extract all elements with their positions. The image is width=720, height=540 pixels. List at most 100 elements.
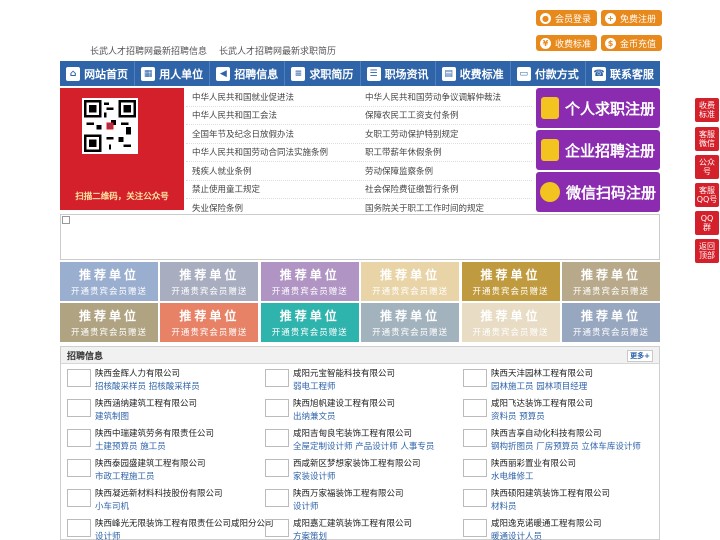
- company-link[interactable]: 咸阳吉甸良宅装饰工程有限公司: [293, 427, 434, 439]
- float-qq-group[interactable]: QQ 群: [695, 211, 719, 235]
- register-button[interactable]: + 免费注册: [601, 10, 663, 26]
- company-logo[interactable]: [265, 489, 289, 507]
- recommend-tile[interactable]: 推荐单位 开通贵宾会员赠送: [461, 262, 560, 301]
- company-logo[interactable]: [67, 519, 91, 537]
- nav-item-news[interactable]: ☰ 职场资讯: [361, 61, 436, 86]
- job-links[interactable]: 小车司机: [95, 500, 223, 512]
- company-logo[interactable]: [67, 399, 91, 417]
- company-link[interactable]: 陕西吉享自动化科技有限公司: [491, 427, 641, 439]
- company-link[interactable]: 西咸新区梦想家装饰工程有限公司: [293, 457, 421, 469]
- more-link[interactable]: 更多+: [627, 350, 653, 362]
- company-link[interactable]: 陕西中瑞建筑劳务有限责任公司: [95, 427, 214, 439]
- job-links[interactable]: 方案策划: [293, 530, 412, 540]
- company-link[interactable]: 陕西丽彩置业有限公司: [491, 457, 576, 469]
- company-link[interactable]: 陕西涵纳建筑工程有限公司: [95, 397, 197, 409]
- company-logo[interactable]: [265, 519, 289, 537]
- job-links[interactable]: 设计师: [95, 530, 274, 540]
- company-logo[interactable]: [463, 519, 487, 537]
- company-link[interactable]: 陕西峰光无限装饰工程有限责任公司咸阳分公司: [95, 517, 274, 529]
- recommend-tile[interactable]: 推荐单位 开通贵宾会员赠送: [60, 262, 158, 301]
- company-logo[interactable]: [67, 429, 91, 447]
- company-link[interactable]: 陕西泰园盛建筑工程有限公司: [95, 457, 206, 469]
- job-links[interactable]: 资料员 预算员: [491, 410, 593, 422]
- company-logo[interactable]: [265, 459, 289, 477]
- law-link[interactable]: 中华人民共和国劳动争议调解仲裁法: [359, 91, 532, 103]
- recommend-tile[interactable]: 推荐单位 开通贵宾会员赠送: [561, 303, 660, 342]
- recommend-tile[interactable]: 推荐单位 开通贵宾会员赠送: [160, 262, 259, 301]
- nav-item-fees[interactable]: ▤ 收费标准: [436, 61, 511, 86]
- nav-item-employers[interactable]: ▦ 用人单位: [135, 61, 211, 86]
- personal-register-button[interactable]: 个人求职注册: [536, 88, 660, 128]
- recommend-tile[interactable]: 推荐单位 开通贵宾会员赠送: [361, 303, 460, 342]
- ad-banner[interactable]: [60, 214, 660, 260]
- law-link[interactable]: 中华人民共和国劳动合同法实施条例: [186, 146, 359, 158]
- job-links[interactable]: 材料员: [491, 500, 610, 512]
- law-link[interactable]: 中华人民共和国工会法: [186, 109, 359, 121]
- company-logo[interactable]: [67, 489, 91, 507]
- company-logo[interactable]: [463, 459, 487, 477]
- login-button[interactable]: ● 会员登录: [536, 10, 598, 26]
- nav-item-home[interactable]: ⌂ 网站首页: [60, 61, 136, 86]
- company-logo[interactable]: [463, 399, 487, 417]
- law-link[interactable]: 失业保险条例: [186, 202, 359, 214]
- recommend-tile[interactable]: 推荐单位 开通贵宾会员赠送: [361, 262, 460, 301]
- job-links[interactable]: 家装设计师: [293, 470, 421, 482]
- job-links[interactable]: 市政工程施工员: [95, 470, 206, 482]
- nav-item-contact[interactable]: ☎ 联系客服: [586, 61, 660, 86]
- job-links[interactable]: 钢构折图员 厂房预算员 立体车库设计师: [491, 440, 641, 452]
- company-link[interactable]: 陕西金辉人力有限公司: [95, 367, 200, 379]
- float-qq[interactable]: 客服 QQ号: [695, 183, 719, 207]
- job-links[interactable]: 设计师: [293, 500, 404, 512]
- company-logo[interactable]: [463, 369, 487, 387]
- nav-item-payment[interactable]: ▭ 付款方式: [511, 61, 586, 86]
- float-back-top[interactable]: 返回 顶部: [695, 239, 719, 263]
- job-links[interactable]: 水电维修工: [491, 470, 576, 482]
- job-links[interactable]: 出纳兼文员: [293, 410, 395, 422]
- float-wechat[interactable]: 客服 微信: [695, 127, 719, 151]
- recommend-tile[interactable]: 推荐单位 开通贵宾会员赠送: [260, 262, 359, 301]
- company-link[interactable]: 咸阳逸克诺暖通工程有限公司: [491, 517, 602, 529]
- company-link[interactable]: 咸阳元宝智能科技有限公司: [293, 367, 395, 379]
- nav-item-jobs[interactable]: ◀ 招聘信息: [210, 61, 286, 86]
- company-logo[interactable]: [67, 369, 91, 387]
- company-link[interactable]: 陕西旭帆建设工程有限公司: [293, 397, 395, 409]
- recommend-tile[interactable]: 推荐单位 开通贵宾会员赠送: [561, 262, 660, 301]
- fee-button[interactable]: ¥ 收费标准: [536, 35, 598, 51]
- law-link[interactable]: 全国年节及纪念日放假办法: [186, 128, 359, 140]
- company-link[interactable]: 咸阳嘉汇建筑装饰工程有限公司: [293, 517, 412, 529]
- top-link-resumes[interactable]: 长武人才招聘网最新求职简历: [219, 44, 336, 57]
- company-link[interactable]: 陕西凝远新材料科技股份有限公司: [95, 487, 223, 499]
- company-logo[interactable]: [67, 459, 91, 477]
- recommend-tile[interactable]: 推荐单位 开通贵宾会员赠送: [260, 303, 359, 342]
- company-logo[interactable]: [463, 429, 487, 447]
- wechat-register-button[interactable]: 微信扫码注册: [536, 172, 660, 212]
- law-link[interactable]: 职工带薪年休假条例: [359, 146, 532, 158]
- company-link[interactable]: 陕西万家福装饰工程有限公司: [293, 487, 404, 499]
- law-link[interactable]: 残疾人就业条例: [186, 165, 359, 177]
- job-links[interactable]: 招核酸采样员 招核酸采样员: [95, 380, 200, 392]
- law-link[interactable]: 禁止使用童工规定: [186, 183, 359, 195]
- company-link[interactable]: 咸阳飞达装饰工程有限公司: [491, 397, 593, 409]
- job-links[interactable]: 建筑制图: [95, 410, 197, 422]
- nav-item-resumes[interactable]: ≡ 求职简历: [285, 61, 361, 86]
- float-fee[interactable]: 收费 标准: [695, 98, 719, 122]
- job-links[interactable]: 土建预算员 施工员: [95, 440, 214, 452]
- company-logo[interactable]: [265, 429, 289, 447]
- recommend-tile[interactable]: 推荐单位 开通贵宾会员赠送: [461, 303, 560, 342]
- law-link[interactable]: 劳动保障监察条例: [359, 165, 532, 177]
- company-link[interactable]: 陕西天沣园林工程有限公司: [491, 367, 593, 379]
- recommend-tile[interactable]: 推荐单位 开通贵宾会员赠送: [160, 303, 259, 342]
- top-link-jobs[interactable]: 长武人才招聘网最新招聘信息: [90, 44, 207, 57]
- law-link[interactable]: 保障农民工工资支付条例: [359, 109, 532, 121]
- job-links[interactable]: 园林施工员 园林项目经理: [491, 380, 593, 392]
- recharge-button[interactable]: $ 金币充值: [601, 35, 663, 51]
- company-logo[interactable]: [265, 369, 289, 387]
- float-official[interactable]: 公众 号: [695, 155, 719, 179]
- company-logo[interactable]: [463, 489, 487, 507]
- job-links[interactable]: 全屋定制设计师 产品设计师 人事专员: [293, 440, 434, 452]
- law-link[interactable]: 国务院关于职工工作时间的规定: [359, 202, 532, 214]
- company-logo[interactable]: [265, 399, 289, 417]
- job-links[interactable]: 暖通设计人员: [491, 530, 602, 540]
- law-link[interactable]: 女职工劳动保护特别规定: [359, 128, 532, 140]
- company-register-button[interactable]: 企业招聘注册: [536, 130, 660, 170]
